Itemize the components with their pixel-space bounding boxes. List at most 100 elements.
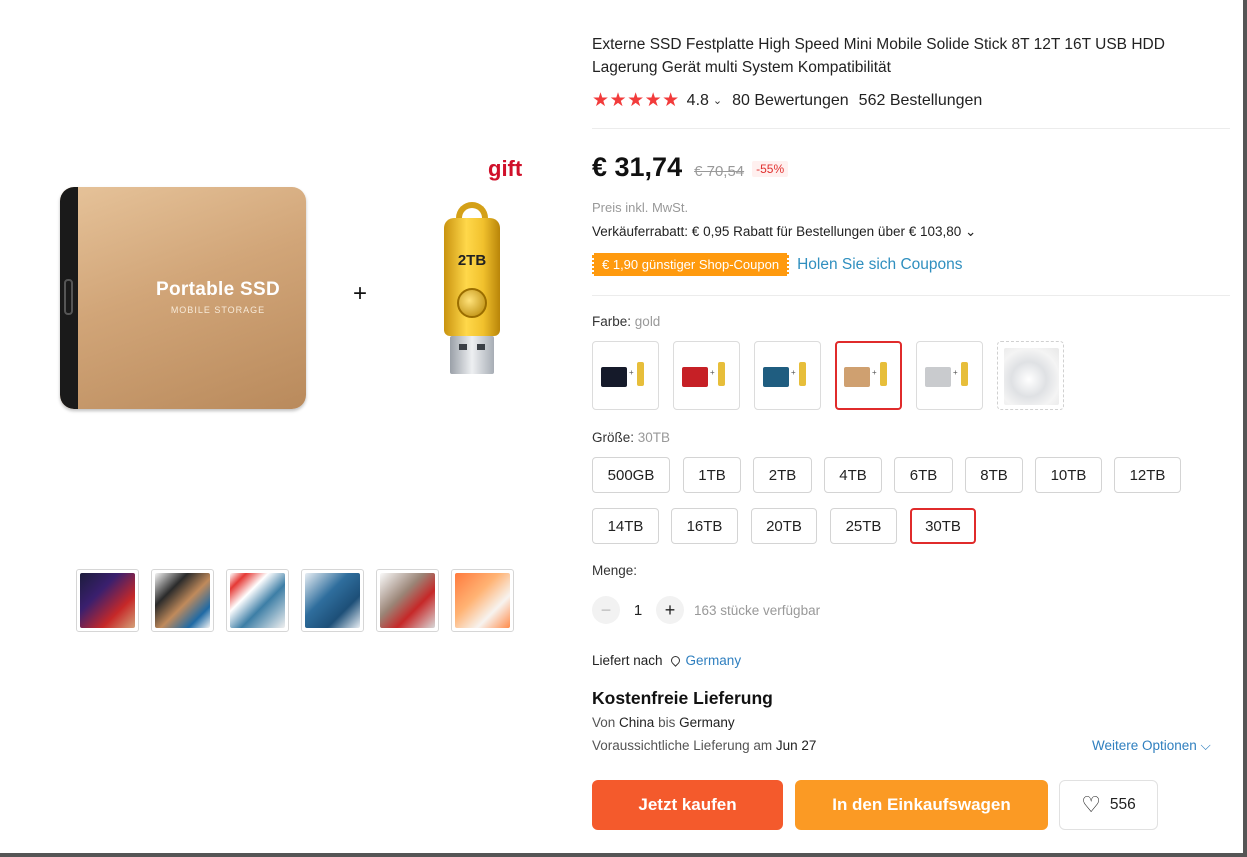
orders-count: 562 Bestellungen bbox=[858, 91, 983, 109]
swatch-plus: + bbox=[710, 368, 715, 377]
swatch-ssd bbox=[682, 367, 708, 387]
swatch-usb bbox=[799, 362, 806, 386]
product-title: Externe SSD Festplatte High Speed Mini M… bbox=[592, 36, 1165, 76]
quantity-label: Menge: bbox=[592, 563, 638, 578]
thumbnail-image bbox=[305, 573, 360, 628]
chevron-down-icon[interactable]: ⌄ bbox=[713, 94, 722, 107]
usb-body: 2TB bbox=[444, 218, 500, 336]
thumbnail-1[interactable] bbox=[76, 569, 139, 632]
more-shipping-options-link[interactable]: Weitere Optionen ⌵ bbox=[1092, 738, 1211, 754]
rating-value[interactable]: 4.8 bbox=[687, 92, 709, 110]
main-product-image[interactable]: Portable SSD MOBILE STORAGE + gift 2TB bbox=[40, 140, 560, 460]
swatch-ssd bbox=[601, 367, 627, 387]
thumbnail-3[interactable] bbox=[226, 569, 289, 632]
buy-now-button[interactable]: Jetzt kaufen bbox=[592, 780, 783, 830]
swatch-plus: + bbox=[953, 368, 958, 377]
tax-note: Preis inkl. MwSt. bbox=[592, 200, 689, 215]
seller-discount[interactable]: Verkäuferrabatt: € 0,95 Rabatt für Beste… bbox=[592, 224, 976, 240]
heart-icon: ♡ bbox=[1081, 792, 1101, 817]
ship-to-country-link[interactable]: Germany bbox=[686, 653, 742, 668]
thumbnail-strip bbox=[76, 569, 514, 632]
swatch-usb bbox=[718, 362, 725, 386]
original-price: € 70,54 bbox=[694, 163, 745, 180]
usb-plug-hole bbox=[459, 344, 467, 350]
ship-to-row: Liefert nach Germany bbox=[592, 653, 741, 668]
swatch-usb bbox=[637, 362, 644, 386]
thumbnail-4[interactable] bbox=[301, 569, 364, 632]
get-coupons-link[interactable]: Holen Sie sich Coupons bbox=[797, 256, 962, 274]
shop-coupon-badge: € 1,90 günstiger Shop-Coupon bbox=[592, 253, 790, 276]
swatch-photo bbox=[1004, 348, 1059, 405]
from-prefix: Von bbox=[592, 715, 616, 730]
color-swatch-silver[interactable]: + bbox=[916, 341, 983, 410]
size-option-25tb[interactable]: 25TB bbox=[830, 508, 897, 544]
size-option-4tb[interactable]: 4TB bbox=[824, 457, 882, 493]
color-swatch-photo[interactable] bbox=[997, 341, 1064, 410]
swatch-ssd bbox=[844, 367, 870, 387]
thumbnail-image bbox=[80, 573, 135, 628]
selected-size: 30TB bbox=[637, 430, 671, 445]
size-option-30tb[interactable]: 30TB bbox=[910, 508, 976, 544]
eta-date: Jun 27 bbox=[775, 738, 817, 753]
free-shipping-title: Kostenfreie Lieferung bbox=[592, 688, 773, 708]
color-label-text: Farbe: bbox=[592, 314, 632, 329]
quantity-increase-button[interactable]: + bbox=[656, 596, 684, 624]
add-to-cart-button[interactable]: In den Einkaufswagen bbox=[795, 780, 1048, 830]
star-rating-icons: ★★★★★ bbox=[592, 90, 680, 111]
wishlist-button[interactable]: ♡ 556 bbox=[1059, 780, 1158, 830]
size-option-6tb[interactable]: 6TB bbox=[894, 457, 953, 493]
size-option-20tb[interactable]: 20TB bbox=[751, 508, 817, 544]
size-option-12tb[interactable]: 12TB bbox=[1114, 457, 1181, 493]
thumbnail-6[interactable] bbox=[451, 569, 514, 632]
discount-badge: -55% bbox=[752, 161, 789, 177]
color-swatch-gold[interactable]: + bbox=[835, 341, 902, 410]
swatch-plus: + bbox=[872, 368, 877, 377]
wishlist-count: 556 bbox=[1109, 796, 1136, 813]
usb-stick-image: 2TB bbox=[442, 202, 502, 377]
size-option-10tb[interactable]: 10TB bbox=[1035, 457, 1102, 493]
quantity-decrease-button[interactable]: − bbox=[592, 596, 620, 624]
location-pin-icon bbox=[668, 654, 682, 667]
size-option-8tb[interactable]: 8TB bbox=[965, 457, 1023, 493]
color-label: Farbe: gold bbox=[592, 314, 660, 329]
size-option-2tb[interactable]: 2TB bbox=[753, 457, 812, 493]
size-option-1tb[interactable]: 1TB bbox=[683, 457, 741, 493]
color-swatch-blue[interactable]: + bbox=[754, 341, 821, 410]
to-prefix: bis bbox=[658, 715, 676, 730]
ssd-sublabel: MOBILE STORAGE bbox=[170, 305, 266, 315]
swatch-usb bbox=[880, 362, 887, 386]
usb-a-plug bbox=[450, 336, 494, 374]
size-option-500gb[interactable]: 500GB bbox=[592, 457, 670, 493]
color-swatch-black[interactable]: + bbox=[592, 341, 659, 410]
destination-country: Germany bbox=[679, 715, 735, 730]
thumbnail-2[interactable] bbox=[151, 569, 214, 632]
coupon-row: € 1,90 günstiger Shop-Coupon Holen Sie s… bbox=[592, 253, 963, 276]
rating-row: ★★★★★ 4.8 ⌄ 80 Bewertungen 562 Bestellun… bbox=[592, 89, 982, 112]
current-price: € 31,74 bbox=[592, 152, 683, 182]
swatch-ssd bbox=[925, 367, 951, 387]
plus-sign: + bbox=[353, 280, 368, 307]
color-swatch-red[interactable]: + bbox=[673, 341, 740, 410]
thumbnail-image bbox=[230, 573, 285, 628]
divider bbox=[592, 295, 1230, 296]
thumbnail-image bbox=[455, 573, 510, 628]
reviews-link[interactable]: 80 Bewertungen bbox=[732, 92, 849, 110]
divider bbox=[592, 128, 1230, 129]
size-option-14tb[interactable]: 14TB bbox=[592, 508, 659, 544]
size-option-16tb[interactable]: 16TB bbox=[671, 508, 738, 544]
swatch-plus: + bbox=[629, 368, 634, 377]
usb-button bbox=[457, 288, 487, 318]
size-label: Größe: 30TB bbox=[592, 430, 670, 445]
ship-to-label: Liefert nach bbox=[592, 653, 663, 668]
estimated-delivery: Voraussichtliche Lieferung am Jun 27 bbox=[592, 738, 816, 753]
quantity-stepper: − 1 + 163 stücke verfügbar bbox=[592, 596, 820, 624]
color-swatches: + + + + + bbox=[592, 341, 1064, 410]
quantity-value[interactable]: 1 bbox=[620, 602, 656, 619]
price-row: € 31,74 € 70,54 -55% bbox=[592, 152, 789, 183]
selected-color: gold bbox=[634, 314, 661, 329]
stock-available: 163 stücke verfügbar bbox=[694, 602, 821, 618]
thumbnail-5[interactable] bbox=[376, 569, 439, 632]
usb-capacity-label: 2TB bbox=[457, 252, 487, 269]
swatch-usb bbox=[961, 362, 968, 386]
gift-label: gift bbox=[488, 156, 523, 181]
